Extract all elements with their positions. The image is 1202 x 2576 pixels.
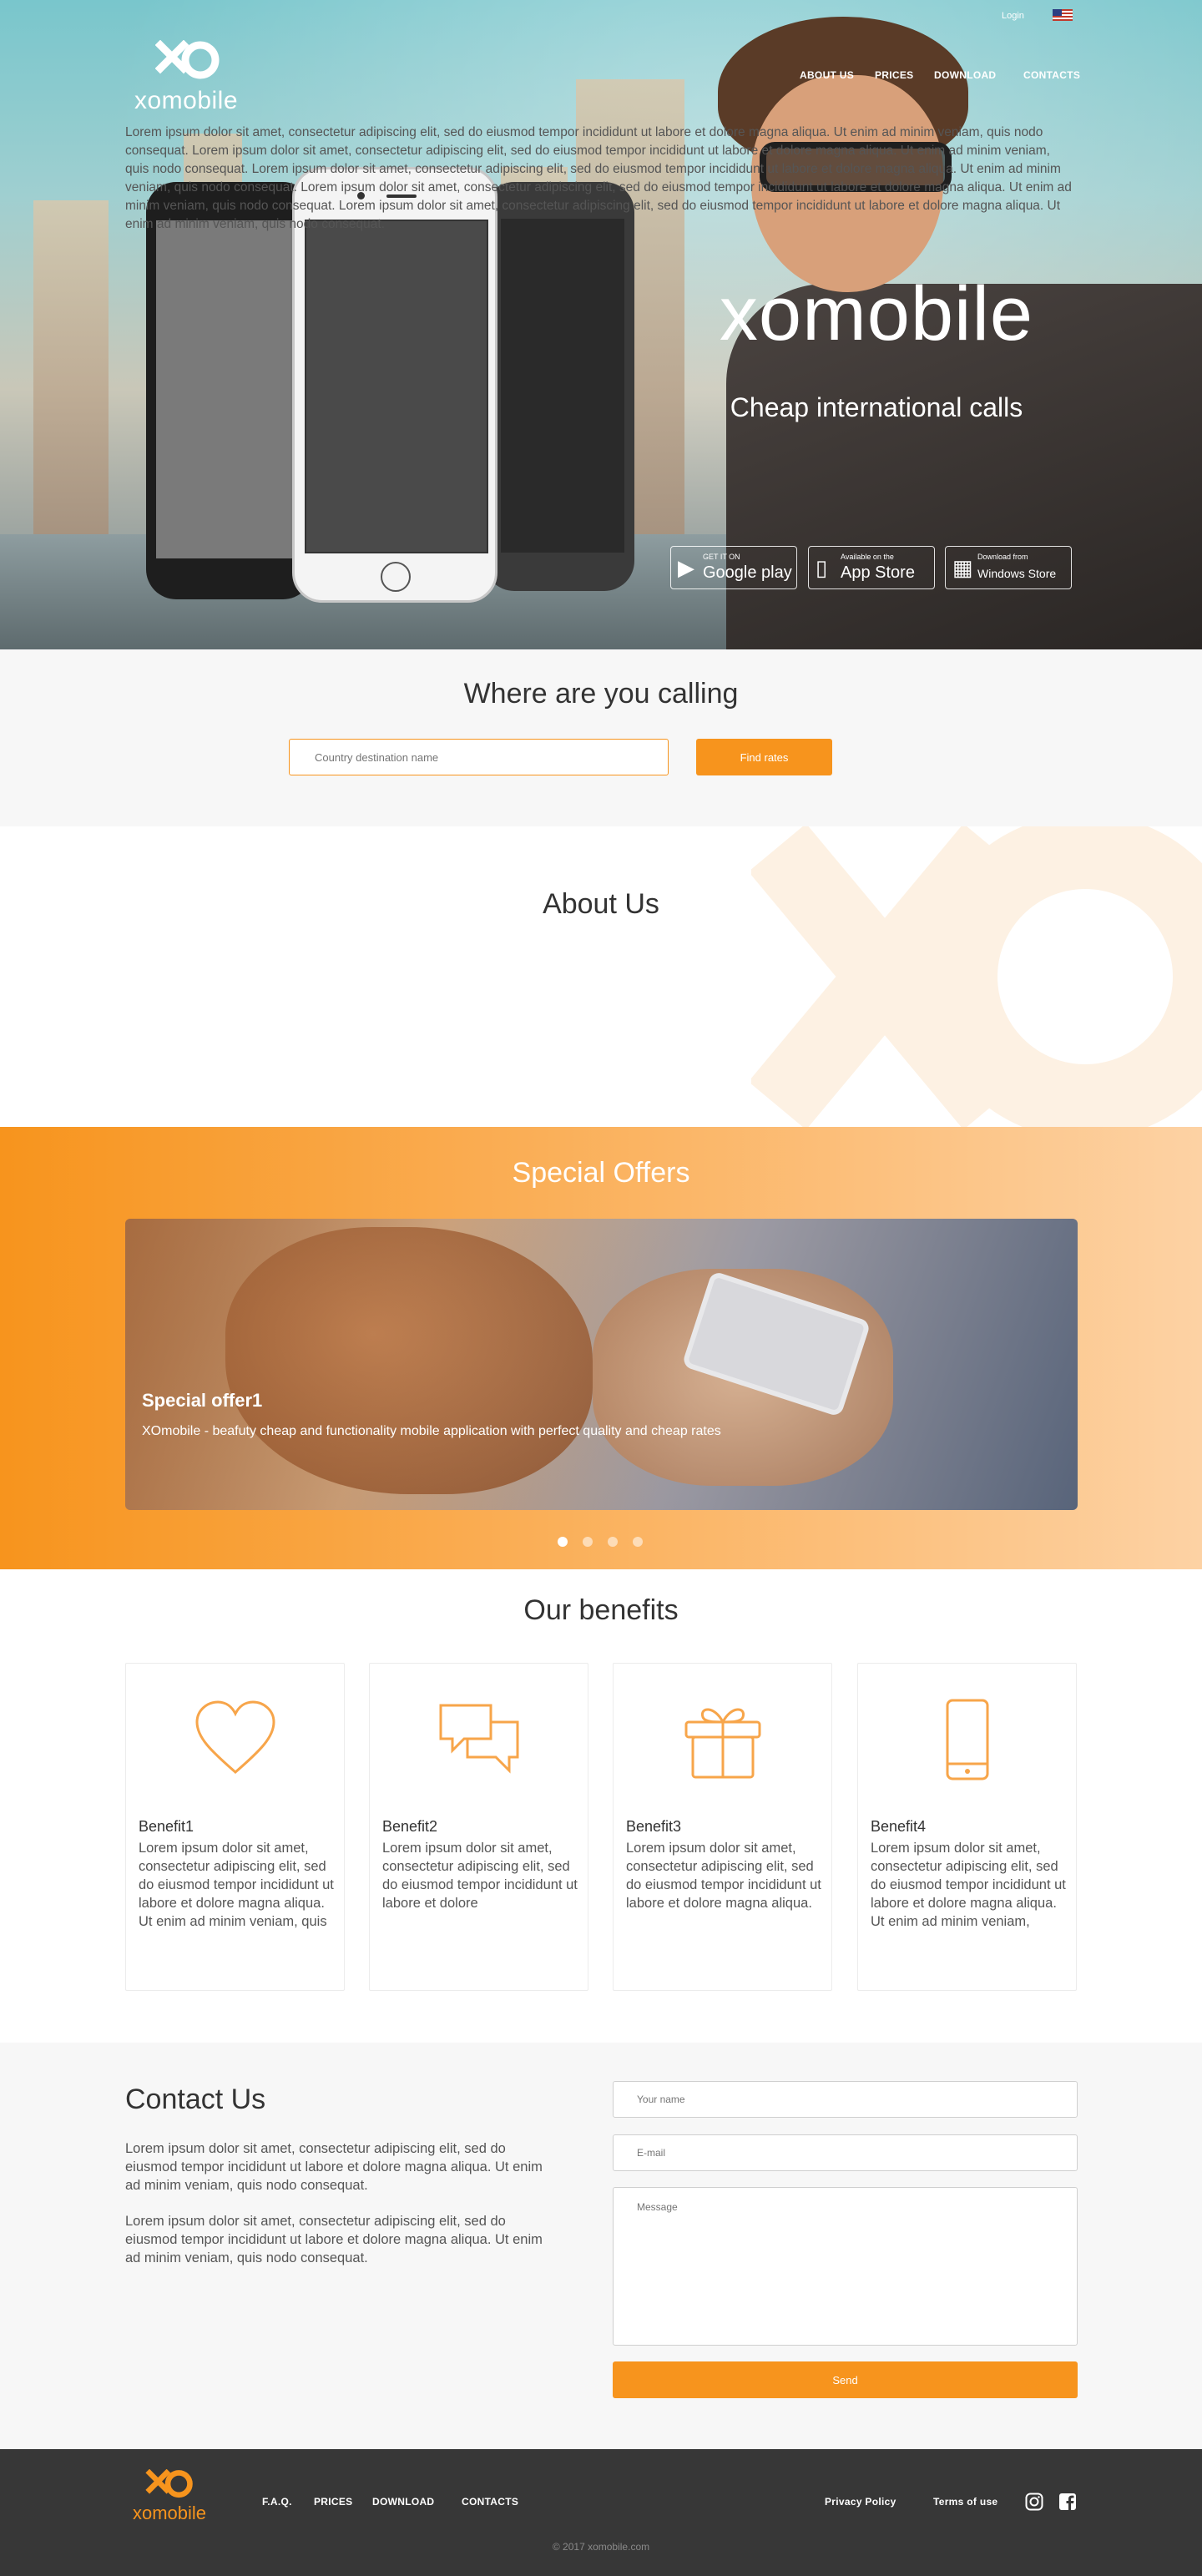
google-play-button[interactable]: ▶ GET IT ON Google play [670, 546, 797, 589]
special-offers-title: Special Offers [512, 1157, 690, 1189]
facebook-icon[interactable] [1058, 2493, 1077, 2511]
offer-slide[interactable]: Special offer1 XOmobile - beafuty cheap … [125, 1219, 1078, 1510]
logo-watermark-icon [751, 826, 1202, 1127]
footer-link-faq[interactable]: F.A.Q. [262, 2496, 292, 2508]
footer-logo-text: xomobile [132, 2503, 207, 2523]
login-link[interactable]: Login [1002, 11, 1024, 21]
footer-link-download[interactable]: DOWNLOAD [372, 2496, 434, 2508]
contact-title: Contact Us [125, 2084, 266, 2115]
instagram-icon[interactable] [1025, 2493, 1043, 2511]
about-section [0, 826, 1202, 1127]
logo-text: xomobile [134, 87, 239, 114]
benefit-title: Benefit3 [626, 1818, 682, 1835]
benefit-text: Lorem ipsum dolor sit amet, consectetur … [626, 1841, 821, 1911]
privacy-policy-link[interactable]: Privacy Policy [825, 2496, 896, 2508]
apple-icon: ▯ [816, 555, 828, 580]
footer-link-contacts[interactable]: CONTACTS [462, 2496, 518, 2508]
benefit-card: Benefit1 Lorem ipsum dolor sit amet, con… [125, 1663, 345, 1991]
windows-icon: ▦ [952, 555, 973, 580]
search-title: Where are you calling [463, 678, 739, 710]
country-search-input[interactable] [289, 739, 669, 775]
carousel-dot[interactable] [608, 1537, 618, 1547]
benefit-title: Benefit2 [382, 1818, 438, 1835]
heart-icon [195, 1700, 275, 1774]
search-section [0, 649, 1202, 826]
offer-title: Special offer1 [142, 1390, 263, 1411]
about-text: Lorem ipsum dolor sit amet, consectetur … [125, 125, 1072, 231]
benefit-card: Benefit3 Lorem ipsum dolor sit amet, con… [613, 1663, 832, 1991]
benefits-title: Our benefits [523, 1594, 679, 1626]
email-field[interactable] [613, 2134, 1078, 2171]
logo[interactable]: xomobile [124, 40, 249, 115]
nav-about-us[interactable]: ABOUT US [800, 69, 854, 81]
contact-paragraph: Lorem ipsum dolor sit amet, consectetur … [125, 2141, 543, 2193]
carousel-dot[interactable] [583, 1537, 593, 1547]
offer-description: XOmobile - beafuty cheap and functionali… [142, 1424, 721, 1438]
background-building [33, 200, 109, 534]
logo-mark-icon [155, 40, 220, 79]
gift-icon [684, 1708, 761, 1779]
carousel-dot[interactable] [558, 1537, 568, 1547]
footer-link-prices[interactable]: PRICES [314, 2496, 352, 2508]
benefit-card: Benefit4 Lorem ipsum dolor sit amet, con… [857, 1663, 1077, 1991]
find-rates-button[interactable]: Find rates [696, 739, 832, 775]
phone-mockup-dark [484, 182, 634, 591]
hero-title: xomobile [719, 271, 1034, 356]
terms-of-use-link[interactable]: Terms of use [933, 2496, 997, 2508]
benefit-title: Benefit4 [871, 1818, 927, 1835]
app-store-button[interactable]: ▯ Available on the App Store [808, 546, 935, 589]
benefit-text: Lorem ipsum dolor sit amet, consectetur … [139, 1841, 334, 1929]
benefit-title: Benefit1 [139, 1818, 194, 1835]
send-button[interactable]: Send [613, 2361, 1078, 2398]
copyright-text: © 2017 xomobile.com [552, 2541, 650, 2553]
nav-prices[interactable]: PRICES [875, 69, 913, 81]
mobile-phone-icon [946, 1699, 989, 1780]
footer-logo[interactable]: xomobile [124, 2469, 215, 2528]
message-field[interactable] [613, 2187, 1078, 2346]
phone-mockup-black [146, 182, 313, 599]
chat-icon [439, 1704, 519, 1774]
benefit-text: Lorem ipsum dolor sit amet, consectetur … [871, 1841, 1066, 1929]
benefit-card: Benefit2 Lorem ipsum dolor sit amet, con… [369, 1663, 588, 1991]
nav-contacts[interactable]: CONTACTS [1023, 69, 1080, 81]
about-title: About Us [543, 888, 659, 920]
hero-subtitle: Cheap international calls [730, 392, 1023, 422]
page: xomobile Login ABOUT US PRICES DOWNLOAD … [0, 0, 1202, 2576]
carousel-dot[interactable] [633, 1537, 643, 1547]
play-store-icon: ▶ [678, 555, 694, 580]
logo-mark-icon [145, 2469, 193, 2498]
benefit-text: Lorem ipsum dolor sit amet, consectetur … [382, 1841, 578, 1911]
contact-paragraph: Lorem ipsum dolor sit amet, consectetur … [125, 2214, 543, 2265]
name-field[interactable] [613, 2081, 1078, 2118]
us-flag-icon[interactable] [1053, 9, 1073, 21]
nav-download[interactable]: DOWNLOAD [934, 69, 996, 81]
hero-section: xomobile Login ABOUT US PRICES DOWNLOAD … [0, 0, 1202, 649]
windows-store-button[interactable]: ▦ Download from Windows Store [945, 546, 1072, 589]
